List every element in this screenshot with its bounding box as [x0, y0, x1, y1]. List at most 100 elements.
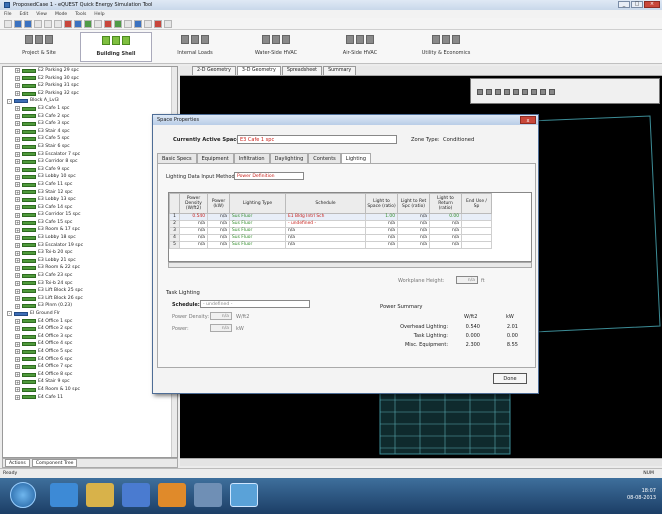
expand-icon[interactable]: + [15, 189, 20, 195]
expand-icon[interactable]: + [15, 83, 20, 89]
grid-cell[interactable]: n/a [365, 220, 398, 228]
grid-cell[interactable]: Sus Fluor [229, 241, 286, 249]
expand-icon[interactable]: + [15, 280, 20, 286]
equest-taskbar-icon[interactable] [230, 483, 258, 507]
grid-cell[interactable]: n/a [179, 227, 208, 235]
grid-cell[interactable]: Sus Fluor [229, 220, 286, 228]
tree-item[interactable]: + E4 Cafe 11 [3, 394, 177, 402]
view-iso-icon[interactable] [522, 89, 528, 95]
menu-mode[interactable]: Mode [55, 12, 67, 17]
rotate-icon[interactable] [495, 89, 501, 95]
expand-icon[interactable]: + [15, 144, 20, 150]
menu-help[interactable]: Help [94, 12, 104, 17]
grid-row[interactable]: 3 n/a n/a Sus Fluor n/a n/a n/a n/a [169, 227, 492, 235]
grid-cell[interactable]: - undefined - [285, 220, 366, 228]
settings-icon[interactable] [124, 19, 132, 28]
tree-item[interactable]: + E3 Cafe 14 spc [3, 204, 177, 212]
grid-cell[interactable]: n/a [429, 234, 462, 242]
start-button[interactable] [10, 482, 36, 508]
lighting-input-method-select[interactable]: Power Definition [234, 172, 304, 180]
tree-item[interactable]: + E3 Stair 4 spc [3, 128, 177, 136]
tree-item[interactable]: + E3 Lift Block 25 spc [3, 287, 177, 295]
expand-icon[interactable]: + [15, 75, 20, 81]
expand-icon[interactable]: + [15, 68, 20, 74]
expand-icon[interactable]: + [15, 273, 20, 279]
grid-cell[interactable]: n/a [397, 213, 430, 221]
module-internal-loads[interactable]: Internal Loads [160, 32, 230, 62]
workplane-height-field[interactable]: n/a [456, 276, 478, 284]
tree-item[interactable]: + E2 Parking 29 spc [3, 67, 177, 75]
module-building-shell[interactable]: Building Shell [80, 32, 152, 62]
expand-icon[interactable]: + [15, 387, 20, 393]
view-front-icon[interactable] [531, 89, 537, 95]
grid-cell[interactable]: n/a [397, 241, 430, 249]
report-icon[interactable] [104, 19, 112, 28]
expand-icon[interactable]: + [15, 258, 20, 264]
expand-icon[interactable]: + [15, 379, 20, 385]
simulate-icon[interactable] [84, 19, 92, 28]
task-power-density-field[interactable]: n/a [210, 312, 232, 320]
expand-icon[interactable]: + [15, 121, 20, 127]
grid-cell[interactable]: n/a [207, 227, 230, 235]
tree-item[interactable]: - Block A_Lvl3 [3, 97, 177, 105]
grid-cell[interactable]: n/a [429, 241, 462, 249]
zoom-icon[interactable] [477, 89, 483, 95]
grid-row[interactable]: 5 n/a n/a Sus Fluor n/a n/a n/a n/a [169, 241, 492, 249]
expand-icon[interactable]: + [15, 227, 20, 233]
expand-icon[interactable]: + [15, 151, 20, 157]
menu-view[interactable]: View [36, 12, 47, 17]
task-schedule-select[interactable]: - undefined - [200, 300, 310, 308]
expand-icon[interactable]: + [15, 250, 20, 256]
expand-icon[interactable]: + [15, 288, 20, 294]
module-utility-economics[interactable]: Utility & Economics [404, 32, 488, 62]
tree-item[interactable]: + E4 Office 6 spc [3, 356, 177, 364]
expand-icon[interactable]: + [15, 334, 20, 340]
expand-icon[interactable]: + [15, 349, 20, 355]
tab-contents[interactable]: Contents [308, 153, 341, 163]
tree-item[interactable]: + E3 Room & 17 spc [3, 226, 177, 234]
view-scrollbar[interactable] [180, 458, 662, 466]
tab-2d-geometry[interactable]: 2-D Geometry [192, 66, 236, 75]
tab-daylighting[interactable]: Daylighting [269, 153, 309, 163]
grid-cell[interactable]: n/a [207, 220, 230, 228]
grid-cell[interactable]: n/a [397, 234, 430, 242]
browser-icon[interactable] [50, 483, 78, 507]
explorer-icon[interactable] [86, 483, 114, 507]
tree-item[interactable]: + E4 Office 7 spc [3, 363, 177, 371]
grid-row[interactable]: 2 n/a n/a Sus Fluor - undefined - n/a n/a n/a [169, 220, 492, 228]
grid-cell[interactable]: n/a [397, 220, 430, 228]
grid-cell[interactable]: n/a [285, 234, 366, 242]
stop-icon[interactable] [154, 19, 162, 28]
expand-icon[interactable]: + [15, 220, 20, 226]
expand-icon[interactable]: + [15, 372, 20, 378]
expand-icon[interactable]: + [15, 364, 20, 370]
fit-icon[interactable] [549, 89, 555, 95]
tab-component-tree[interactable]: Component Tree [31, 459, 78, 467]
print-icon[interactable] [64, 19, 72, 28]
tree-item[interactable]: + E3 Lobby 18 spc [3, 234, 177, 242]
tree-item[interactable]: + E3 Cafe 11 spc [3, 181, 177, 189]
new-file-icon[interactable] [4, 19, 12, 28]
tree-item[interactable]: + E4 Office 3 spc [3, 333, 177, 341]
grid-row[interactable]: 1 0.540 n/a Sus Fluor E1 Bldg Intrl Sch 1.00 n… [169, 213, 492, 221]
pan-icon[interactable] [486, 89, 492, 95]
app-taskbar-icon[interactable] [194, 483, 222, 507]
tree-item[interactable]: + E4 Office 4 spc [3, 340, 177, 348]
grid-cell[interactable] [461, 220, 492, 228]
tree-item[interactable]: + E3 Stair 6 spc [3, 143, 177, 151]
grid-cell[interactable]: 0.00 [429, 213, 462, 221]
module-water-side-hvac[interactable]: Water-Side HVAC [236, 32, 316, 62]
tree-item[interactable]: + E3 Corridor 15 spc [3, 211, 177, 219]
grid-cell[interactable] [461, 227, 492, 235]
expand-icon[interactable]: + [15, 394, 20, 400]
grid-cell[interactable] [461, 213, 492, 221]
expand-icon[interactable]: + [15, 356, 20, 362]
tab-basic-specs[interactable]: Basic Specs [157, 153, 197, 163]
tree-item[interactable]: + E2 Parking 32 spc [3, 90, 177, 98]
grid-cell[interactable]: n/a [365, 227, 398, 235]
expand-icon[interactable]: + [15, 341, 20, 347]
run-icon[interactable] [134, 19, 142, 28]
tree-item[interactable]: + E3 Cafe 9 spc [3, 166, 177, 174]
tab-spreadsheet[interactable]: Spreadsheet [281, 66, 323, 75]
grid-cell[interactable]: n/a [285, 241, 366, 249]
